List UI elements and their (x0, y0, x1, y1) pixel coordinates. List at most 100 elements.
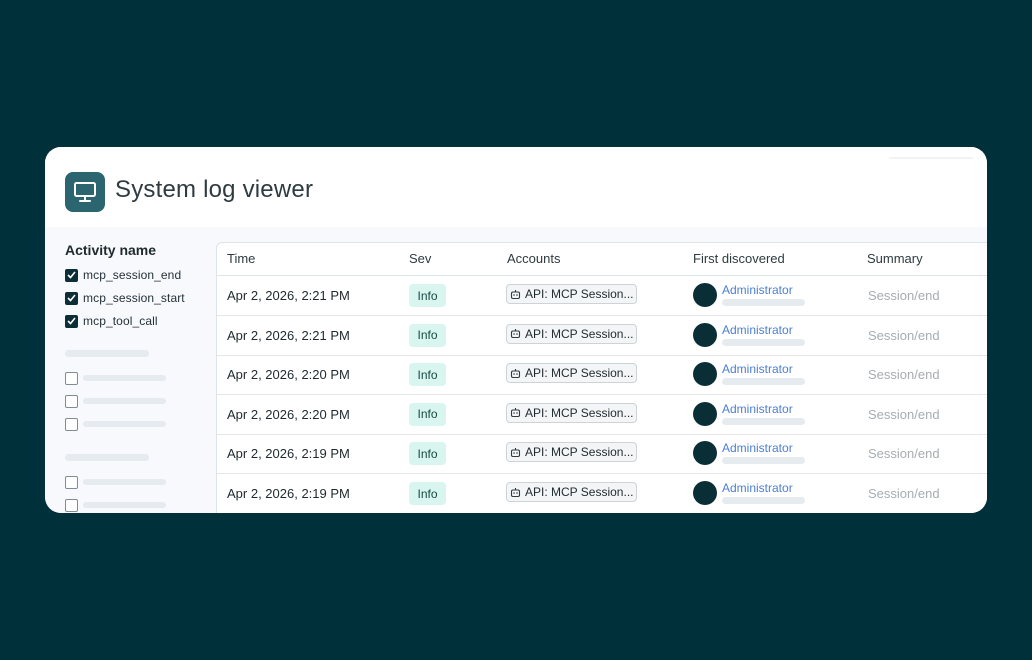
table-row[interactable]: Apr 2, 2026, 2:20 PM Info API: MCP Session… (217, 395, 987, 435)
filter-label: mcp_tool_call (83, 314, 158, 328)
summary-cell: Session/end (868, 327, 940, 343)
account-label: API: MCP Session... (525, 445, 634, 460)
checkbox-checked-icon[interactable] (65, 268, 78, 282)
first-discovered-link[interactable]: Administrator (722, 362, 793, 376)
filter-mcp-session-end[interactable]: mcp_session_end (65, 267, 181, 283)
column-header-time[interactable]: Time (227, 251, 255, 266)
severity-badge: Info (409, 323, 446, 347)
avatar (693, 481, 717, 505)
skeleton-subtext (722, 457, 805, 465)
skeleton-label (83, 398, 166, 404)
skeleton-subtext (722, 417, 805, 425)
account-chip[interactable]: API: MCP Session... (506, 442, 637, 463)
placeholder-filter[interactable] (65, 370, 166, 386)
avatar (693, 441, 717, 466)
filter-label: mcp_session_start (83, 291, 185, 305)
skeleton-subtext (722, 378, 805, 386)
time-cell: Apr 2, 2026, 2:21 PM (227, 327, 350, 343)
account-label: API: MCP Session... (525, 405, 634, 420)
skeleton-heading (65, 350, 149, 357)
placeholder-filter[interactable] (65, 497, 166, 513)
avatar (693, 362, 717, 387)
account-label: API: MCP Session... (525, 485, 634, 499)
skeleton-label (83, 502, 166, 508)
avatar (693, 322, 717, 347)
bot-icon (510, 328, 521, 339)
severity-badge: Info (409, 284, 446, 307)
first-discovered-link[interactable]: Administrator (722, 441, 793, 455)
skeleton-label (83, 375, 166, 381)
account-chip[interactable]: API: MCP Session... (506, 363, 637, 384)
account-chip[interactable]: API: MCP Session... (506, 402, 637, 423)
header-divider (889, 157, 973, 159)
checkbox-icon[interactable] (65, 475, 78, 489)
monitor-icon (65, 172, 105, 212)
placeholder-filter[interactable] (65, 416, 166, 432)
header: System log viewer (45, 147, 987, 227)
placeholder-filter[interactable] (65, 393, 166, 409)
bot-icon (510, 407, 521, 418)
filter-sidebar: Activity name mcp_session_end mcp_sessio… (65, 227, 215, 513)
bot-icon (510, 447, 521, 458)
time-cell: Apr 2, 2026, 2:19 PM (227, 486, 350, 501)
table-row[interactable]: Apr 2, 2026, 2:19 PM Info API: MCP Session… (217, 434, 987, 475)
account-label: API: MCP Session... (525, 366, 634, 381)
table-row[interactable]: Apr 2, 2026, 2:21 PM Info API: MCP Session… (217, 316, 987, 356)
summary-cell: Session/end (868, 486, 940, 501)
time-cell: Apr 2, 2026, 2:20 PM (227, 367, 350, 383)
summary-cell: Session/end (868, 446, 940, 462)
checkbox-icon[interactable] (65, 394, 78, 408)
first-discovered-link[interactable]: Administrator (722, 402, 793, 416)
bot-icon (510, 289, 521, 300)
table-header: Time Sev Accounts First discovered Summa… (217, 243, 987, 276)
first-discovered-link[interactable]: Administrator (722, 283, 793, 297)
table-row[interactable]: Apr 2, 2026, 2:20 PM Info API: MCP Session… (217, 355, 987, 396)
account-chip[interactable]: API: MCP Session... (506, 284, 637, 304)
column-header-accounts[interactable]: Accounts (507, 251, 560, 266)
summary-cell: Session/end (868, 367, 940, 383)
bot-icon (510, 487, 521, 498)
checkbox-checked-icon[interactable] (65, 291, 78, 305)
filter-mcp-tool-call[interactable]: mcp_tool_call (65, 313, 158, 329)
severity-badge: Info (409, 482, 446, 505)
checkbox-icon[interactable] (65, 417, 78, 431)
avatar (693, 401, 717, 426)
table-row[interactable]: Apr 2, 2026, 2:19 PM Info API: MCP Session… (217, 474, 987, 513)
checkbox-checked-icon[interactable] (65, 314, 78, 328)
content-area: Activity name mcp_session_end mcp_sessio… (45, 227, 987, 513)
filter-label: mcp_session_end (83, 268, 182, 282)
summary-cell: Session/end (868, 288, 940, 303)
table-row[interactable]: Apr 2, 2026, 2:21 PM Info API: MCP Session… (217, 276, 987, 316)
skeleton-subtext (722, 299, 805, 306)
log-table: Time Sev Accounts First discovered Summa… (216, 242, 987, 513)
checkbox-icon[interactable] (65, 371, 78, 385)
filter-title: Activity name (65, 242, 157, 258)
skeleton-subtext (722, 497, 805, 504)
first-discovered-link[interactable]: Administrator (722, 323, 793, 337)
skeleton-label (83, 479, 166, 485)
placeholder-filter[interactable] (65, 474, 166, 490)
avatar (693, 283, 717, 307)
page-title: System log viewer (115, 176, 314, 203)
account-chip[interactable]: API: MCP Session... (506, 482, 637, 502)
log-viewer-card: System log viewer Activity name mcp_sess… (45, 147, 987, 513)
column-header-sev[interactable]: Sev (409, 251, 431, 266)
summary-cell: Session/end (868, 406, 940, 422)
first-discovered-link[interactable]: Administrator (722, 481, 793, 495)
severity-badge: Info (409, 402, 446, 426)
column-header-summary[interactable]: Summary (867, 251, 923, 266)
skeleton-heading (65, 454, 149, 461)
filter-mcp-session-start[interactable]: mcp_session_start (65, 290, 185, 306)
time-cell: Apr 2, 2026, 2:21 PM (227, 288, 350, 303)
account-label: API: MCP Session... (525, 287, 634, 301)
bot-icon (510, 368, 521, 379)
column-header-first-discovered[interactable]: First discovered (693, 251, 785, 266)
account-chip[interactable]: API: MCP Session... (506, 323, 637, 344)
checkbox-icon[interactable] (65, 498, 78, 512)
time-cell: Apr 2, 2026, 2:20 PM (227, 406, 350, 422)
severity-badge: Info (409, 363, 446, 387)
skeleton-label (83, 421, 166, 427)
account-label: API: MCP Session... (525, 326, 634, 341)
skeleton-subtext (722, 338, 805, 346)
severity-badge: Info (409, 442, 446, 466)
